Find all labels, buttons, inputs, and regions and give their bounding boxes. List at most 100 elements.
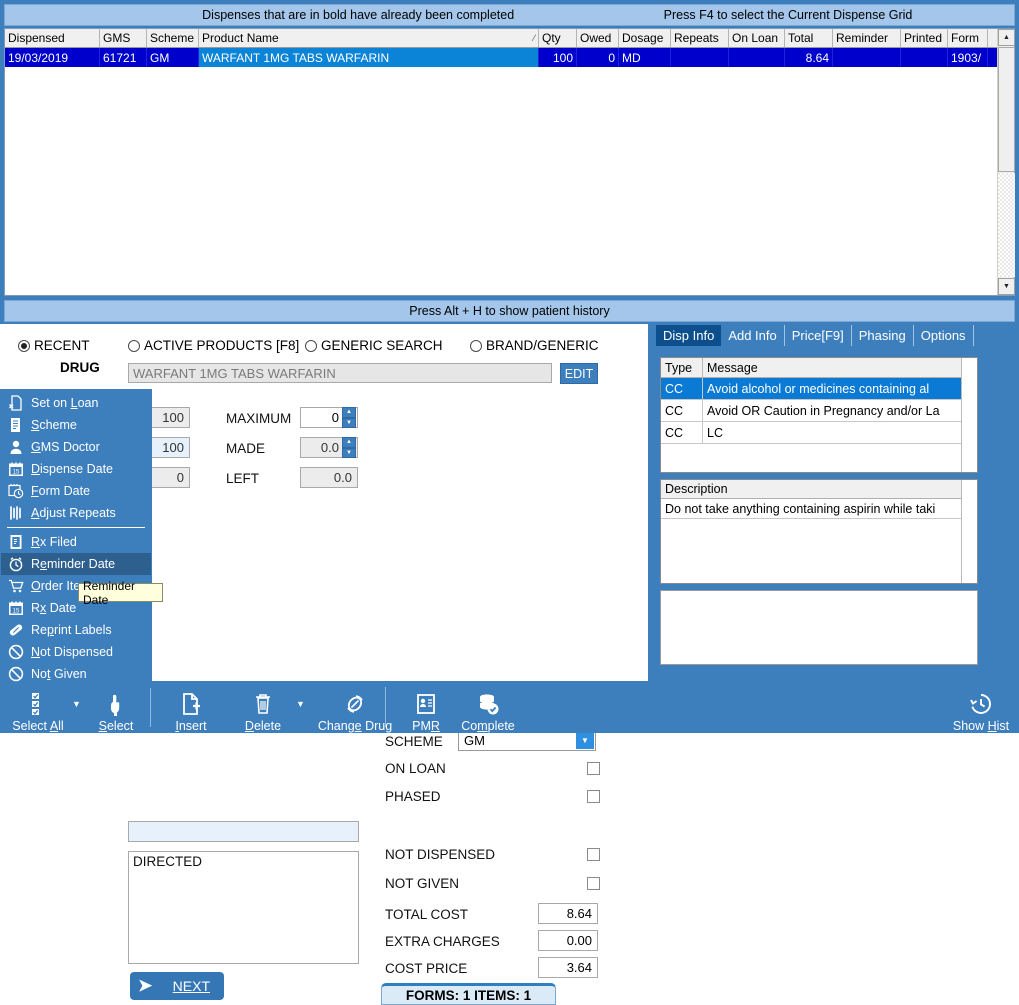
total-cost-field[interactable]: 8.64 <box>538 903 598 924</box>
chevron-down-icon[interactable]: ▼ <box>576 732 594 749</box>
description-panel[interactable]: Description Do not take anything contain… <box>660 479 978 584</box>
info-tabstrip[interactable]: Disp Info Add Info Price[F9] Phasing Options <box>656 324 1019 346</box>
chevron-right-icon: ➤ <box>138 976 153 995</box>
menu-item-adjust-repeats[interactable]: Adjust Repeats <box>1 502 151 524</box>
grid-column-header[interactable]: Reminder <box>833 29 901 47</box>
description-scrollbar[interactable] <box>961 480 977 583</box>
grid-column-header[interactable]: Printed <box>901 29 948 47</box>
grid-cell-dispensed[interactable]: 19/03/2019 <box>5 48 100 67</box>
menu-item-label: Reprint Labels <box>31 623 112 637</box>
grid-column-header[interactable]: On Loan <box>729 29 785 47</box>
select-all-button[interactable]: Select All <box>2 689 74 733</box>
menu-item-rx-filed[interactable]: Rx Filed <box>1 531 151 553</box>
insert-button[interactable]: Insert <box>155 689 227 733</box>
scheme-select[interactable]: GM ▼ <box>458 730 596 751</box>
scroll-thumb[interactable] <box>998 47 1015 172</box>
menu-item-form-date[interactable]: Form Date <box>1 480 151 502</box>
grid-cell-form[interactable]: 1903/ <box>948 48 988 67</box>
grid-column-header[interactable]: Form <box>948 29 988 47</box>
next-button[interactable]: ➤ NEXT <box>130 972 224 1000</box>
grid-cell-qty[interactable]: 100 <box>539 48 577 67</box>
notes-short-field[interactable] <box>128 821 359 842</box>
radio-active-products[interactable]: ACTIVE PRODUCTS [F8] <box>128 338 299 353</box>
tab-options[interactable]: Options <box>914 325 974 346</box>
menu-item-gms-doctor[interactable]: GMS Doctor <box>1 436 151 458</box>
menu-item-reminder-date[interactable]: Reminder Date <box>1 553 151 575</box>
grid-column-header[interactable]: Qty <box>539 29 577 47</box>
grid-column-header[interactable]: Total <box>785 29 833 47</box>
maximum-spinner[interactable]: ▲ ▼ <box>342 407 356 428</box>
grid-column-header[interactable]: Product Name ⁄ <box>199 29 539 47</box>
directions-textarea[interactable]: DIRECTED <box>128 851 359 964</box>
additional-notes-box[interactable] <box>660 590 978 665</box>
grid-body[interactable]: 19/03/2019 61721 GM WARFANT 1MG TABS WARFAR… <box>5 48 997 295</box>
on-loan-checkbox[interactable] <box>587 762 600 775</box>
scroll-track[interactable] <box>998 173 1015 277</box>
grid-column-header[interactable]: Owed <box>577 29 619 47</box>
messages-rows[interactable]: CC Avoid alcohol or medicines containing … <box>661 378 977 444</box>
not-dispensed-checkbox[interactable] <box>587 848 600 861</box>
not-given-checkbox[interactable] <box>587 877 600 890</box>
made-spinner[interactable]: ▲ ▼ <box>342 437 356 458</box>
grid-cell-repeats[interactable] <box>671 48 729 67</box>
select-button[interactable]: Select <box>80 689 152 733</box>
grid-cell-gms[interactable]: 61721 <box>100 48 147 67</box>
cost-price-field[interactable]: 3.64 <box>538 957 598 978</box>
grid-column-header[interactable]: Dispensed <box>5 29 100 47</box>
grid-column-header[interactable]: GMS <box>100 29 147 47</box>
scroll-down-button[interactable]: ▼ <box>998 278 1015 295</box>
menu-item-label: Adjust Repeats <box>31 506 116 520</box>
complete-button[interactable]: Complete <box>452 689 524 733</box>
message-row[interactable]: CC Avoid alcohol or medicines containing … <box>661 378 977 400</box>
menu-item-label: Reminder Date <box>31 557 116 571</box>
show-hist-button[interactable]: Show Hist <box>945 689 1017 733</box>
grid-column-header[interactable]: Scheme <box>147 29 199 47</box>
cautionary-messages-list[interactable]: Type Message CC Avoid alcohol or medicine… <box>660 357 978 473</box>
menu-item-set-on-loan[interactable]: Set on Loan <box>1 392 151 414</box>
tab-price-f9[interactable]: Price[F9] <box>785 325 852 346</box>
menu-item-reprint-labels[interactable]: Reprint Labels <box>1 619 151 641</box>
drug-input[interactable]: WARFANT 1MG TABS WARFARIN <box>128 363 552 383</box>
menu-item-scheme[interactable]: Scheme <box>1 414 151 436</box>
menu-item-not-given[interactable]: Not Given <box>1 663 151 685</box>
tab-add-info[interactable]: Add Info <box>721 325 785 346</box>
change-drug-button[interactable]: Change Drug <box>310 689 400 733</box>
grid-cell-total[interactable]: 8.64 <box>785 48 833 67</box>
grid-cell-printed[interactable] <box>901 48 948 67</box>
radio-recent[interactable]: RECENT <box>18 338 90 353</box>
grid-cell-product-name[interactable]: WARFANT 1MG TABS WARFARIN <box>199 48 539 67</box>
message-row[interactable]: CC LC <box>661 422 977 444</box>
delete-button[interactable]: Delete <box>227 689 299 733</box>
forms-items-tab[interactable]: FORMS: 1 ITEMS: 1 <box>381 983 556 1005</box>
left-field[interactable]: 0.0 <box>300 467 358 488</box>
grid-vertical-scrollbar[interactable]: ▲ ▼ <box>997 29 1015 295</box>
radio-dot-recent <box>18 339 30 352</box>
radio-brand-generic[interactable]: BRAND/GENERIC <box>470 338 599 353</box>
menu-item-label: Dispense Date <box>31 462 113 476</box>
dispense-grid[interactable]: Dispensed GMS Scheme Product Name ⁄ Qty Owed Do… <box>4 28 1015 296</box>
delete-dropdown-caret[interactable]: ▼ <box>296 699 305 709</box>
edit-drug-button[interactable]: EDIT <box>560 363 598 384</box>
extra-charges-field[interactable]: 0.00 <box>538 930 598 951</box>
menu-item-dispense-date[interactable]: 15 Dispense Date <box>1 458 151 480</box>
grid-column-header[interactable]: Dosage <box>619 29 671 47</box>
grid-column-header[interactable]: Repeats <box>671 29 729 47</box>
menu-item-not-dispensed[interactable]: Not Dispensed <box>1 641 151 663</box>
grid-cell-on-loan[interactable] <box>729 48 785 67</box>
checklist-icon <box>28 689 48 719</box>
message-row[interactable]: CC Avoid OR Caution in Pregnancy and/or L… <box>661 400 977 422</box>
phased-checkbox[interactable] <box>587 790 600 803</box>
messages-scrollbar[interactable] <box>961 358 977 472</box>
radio-generic-search[interactable]: GENERIC SEARCH <box>305 338 443 353</box>
scheme-label-text: SCHEME <box>385 734 443 749</box>
scroll-up-button[interactable]: ▲ <box>998 29 1015 46</box>
table-row[interactable]: 19/03/2019 61721 GM WARFANT 1MG TABS WARFAR… <box>5 48 997 67</box>
grid-cell-reminder[interactable] <box>833 48 901 67</box>
show-hist-label: Show Hist <box>952 719 1010 733</box>
tab-disp-info[interactable]: Disp Info <box>656 325 722 346</box>
grid-cell-scheme[interactable]: GM <box>147 48 199 67</box>
context-menu[interactable]: Set on Loan Scheme GMS Doctor 15 Dispense Da… <box>0 389 152 688</box>
grid-cell-owed[interactable]: 0 <box>577 48 619 67</box>
tab-phasing[interactable]: Phasing <box>852 325 914 346</box>
grid-cell-dosage[interactable]: MD <box>619 48 671 67</box>
